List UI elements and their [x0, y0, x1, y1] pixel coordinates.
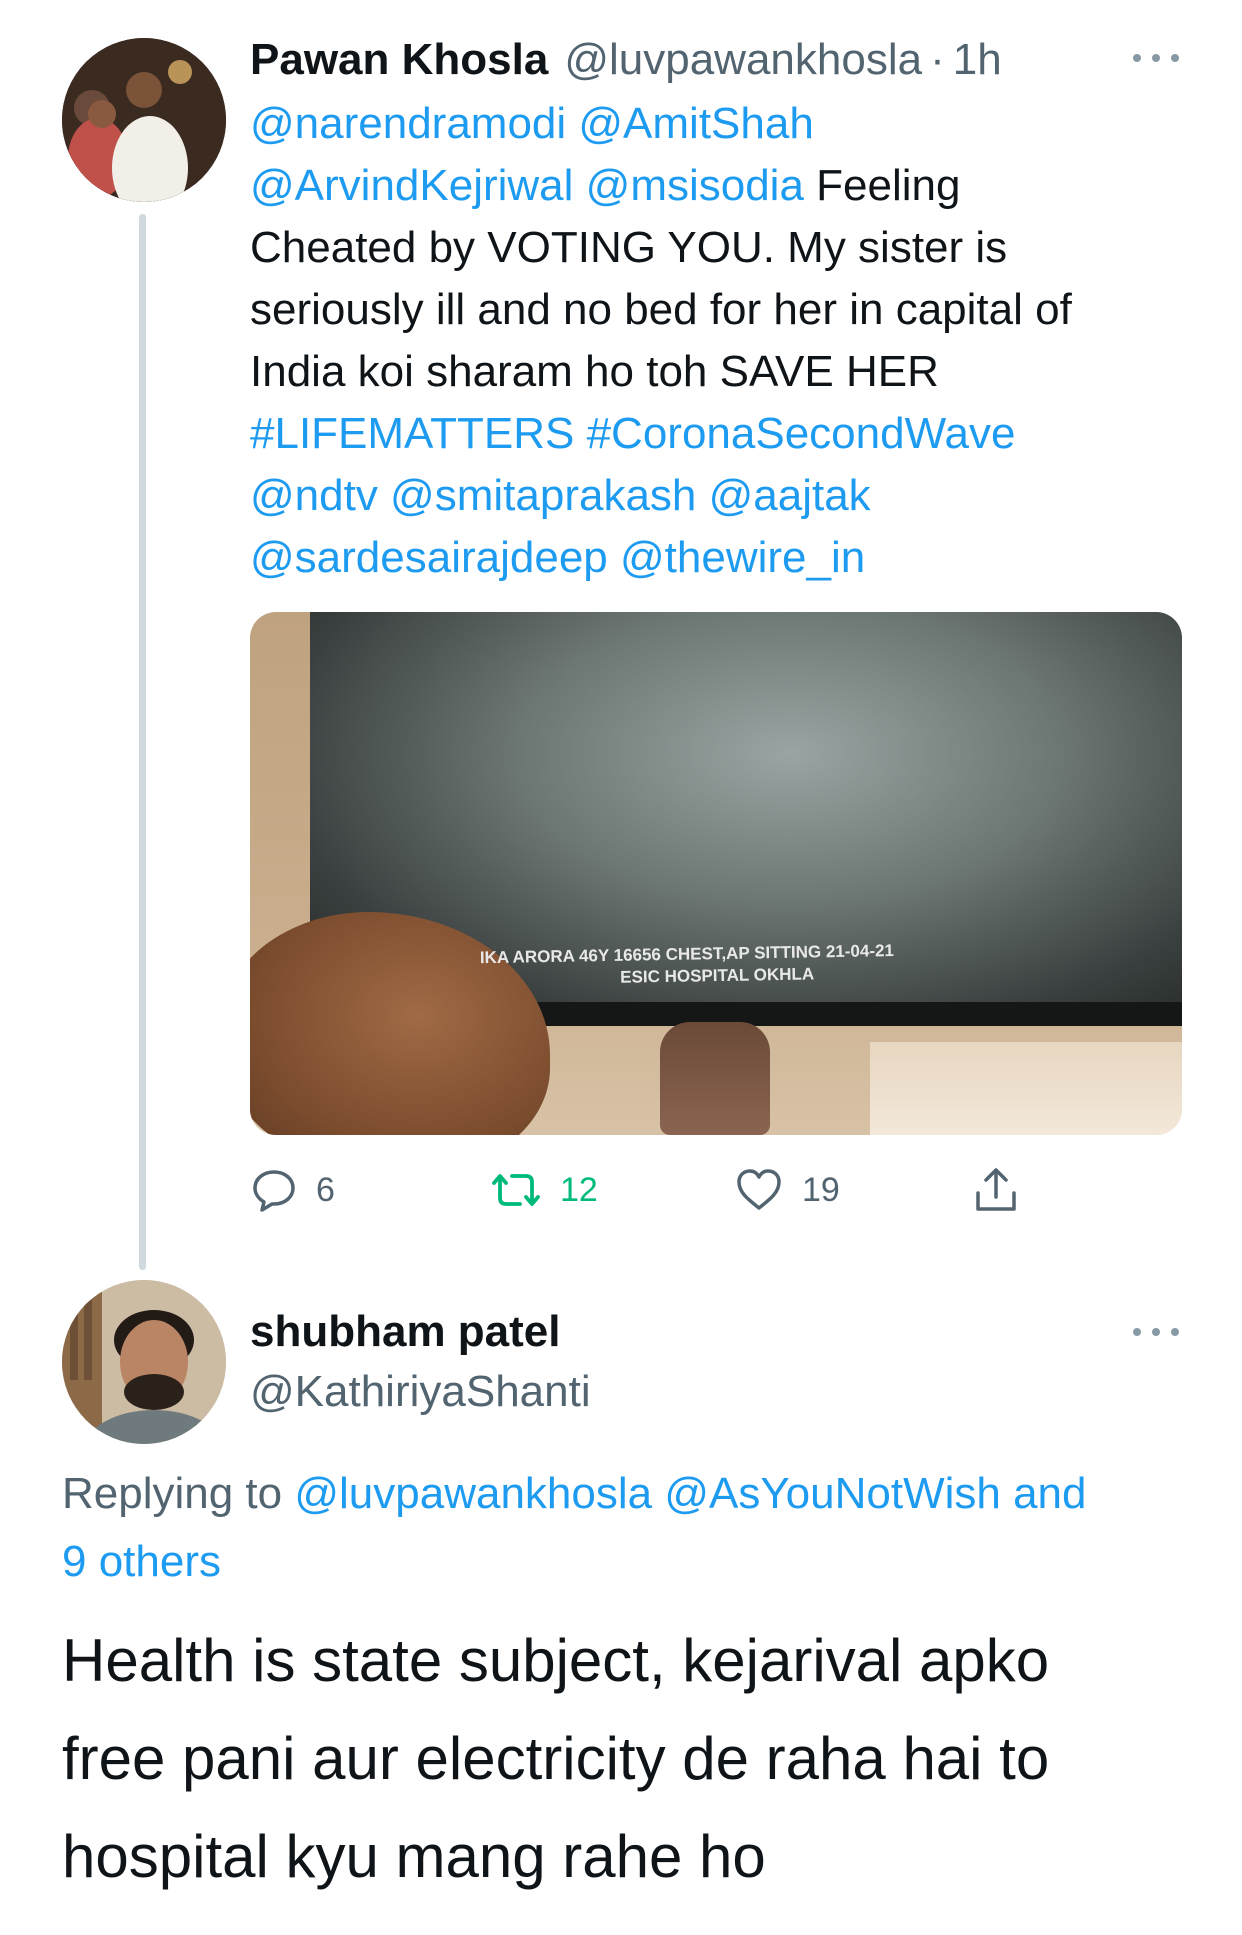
mention-link[interactable]: @ArvindKejriwal @msisodia — [250, 161, 804, 210]
floor-tiles — [870, 1042, 1182, 1135]
original-tweet[interactable]: Pawan Khosla @luvpawankhosla · 1h @naren… — [0, 0, 1242, 1270]
separator-dot: · — [930, 35, 945, 84]
tweet-text-line: India koi sharam ho toh SAVE HER — [250, 341, 1200, 403]
reply-author-handle[interactable]: @KathiriyaShanti — [250, 1362, 591, 1422]
author-handle[interactable]: @luvpawankhosla — [564, 30, 922, 90]
like-count: 19 — [802, 1170, 840, 1209]
tweet-header: Pawan Khosla @luvpawankhosla · 1h — [250, 30, 1002, 90]
tweet-text: @narendramodi @AmitShah @ArvindKejriwal @… — [250, 93, 1200, 589]
retweet-button[interactable]: 12 — [490, 1160, 598, 1220]
heart-icon — [734, 1166, 784, 1214]
reply-more-options-icon[interactable] — [1133, 1326, 1179, 1338]
tweet-text-line: #LIFEMATTERS #CoronaSecondWave — [250, 403, 1200, 465]
tweet-text-line: Cheated by VOTING YOU. My sister is — [250, 217, 1200, 279]
reply-author-name[interactable]: shubham patel — [250, 1302, 561, 1362]
timestamp[interactable]: 1h — [953, 30, 1002, 90]
mention-link[interactable]: @narendramodi @AmitShah — [250, 99, 814, 148]
tweet-actions: 6 12 19 — [250, 1160, 1050, 1220]
share-button[interactable] — [972, 1160, 1020, 1220]
mention-link[interactable]: @luvpawankhosla @AsYouNotWish and — [294, 1469, 1086, 1518]
retweet-icon — [490, 1166, 542, 1214]
avatar[interactable] — [62, 38, 226, 202]
text-segment: India koi sharam ho toh SAVE HER — [250, 347, 939, 396]
reply-button[interactable]: 6 — [250, 1160, 335, 1220]
reply-icon — [250, 1166, 298, 1214]
mention-link[interactable]: @sardesairajdeep @thewire_in — [250, 533, 865, 582]
text-segment: seriously ill and no bed for her in capi… — [250, 285, 1072, 334]
mention-link[interactable]: 9 others — [62, 1537, 221, 1586]
thread-connector — [139, 214, 146, 1270]
tweet-text-line: @narendramodi @AmitShah — [250, 93, 1200, 155]
tweet-media-image[interactable]: IKA ARORA 46Y 16656 CHEST,AP SITTING 21-… — [250, 612, 1182, 1135]
reply-text-line: hospital kyu mang rahe ho — [62, 1823, 766, 1890]
reply-count: 6 — [316, 1170, 335, 1209]
text-segment: Replying to — [62, 1469, 295, 1518]
reply-avatar[interactable] — [62, 1280, 226, 1444]
twitter-thread: Pawan Khosla @luvpawankhosla · 1h @naren… — [0, 0, 1242, 1935]
retweet-count: 12 — [560, 1170, 598, 1209]
foot-sandal — [660, 1022, 770, 1135]
tweet-text-line: @sardesairajdeep @thewire_in — [250, 527, 1200, 589]
share-icon — [972, 1165, 1020, 1215]
reply-text: Health is state subject, kejarival apko f… — [62, 1612, 1212, 1906]
replying-to: Replying to @luvpawankhosla @AsYouNotWis… — [62, 1460, 1192, 1596]
more-options-icon[interactable] — [1133, 52, 1179, 64]
mention-link[interactable]: @ndtv @smitaprakash @aajtak — [250, 471, 871, 520]
reply-text-line: free pani aur electricity de raha hai to — [62, 1725, 1050, 1792]
tweet-text-line: @ndtv @smitaprakash @aajtak — [250, 465, 1200, 527]
like-button[interactable]: 19 — [734, 1160, 840, 1220]
replying-to-line: Replying to @luvpawankhosla @AsYouNotWis… — [62, 1460, 1192, 1528]
text-segment: Cheated by VOTING YOU. My sister is — [250, 223, 1008, 272]
replying-to-line: 9 others — [62, 1528, 1192, 1596]
reply-text-line: Health is state subject, kejarival apko — [62, 1627, 1050, 1694]
mention-link[interactable]: #LIFEMATTERS #CoronaSecondWave — [250, 409, 1015, 458]
text-segment: Feeling — [803, 161, 961, 210]
author-name[interactable]: Pawan Khosla — [250, 30, 548, 90]
tweet-text-line: @ArvindKejriwal @msisodia Feeling — [250, 155, 1200, 217]
tweet-text-line: seriously ill and no bed for her in capi… — [250, 279, 1200, 341]
